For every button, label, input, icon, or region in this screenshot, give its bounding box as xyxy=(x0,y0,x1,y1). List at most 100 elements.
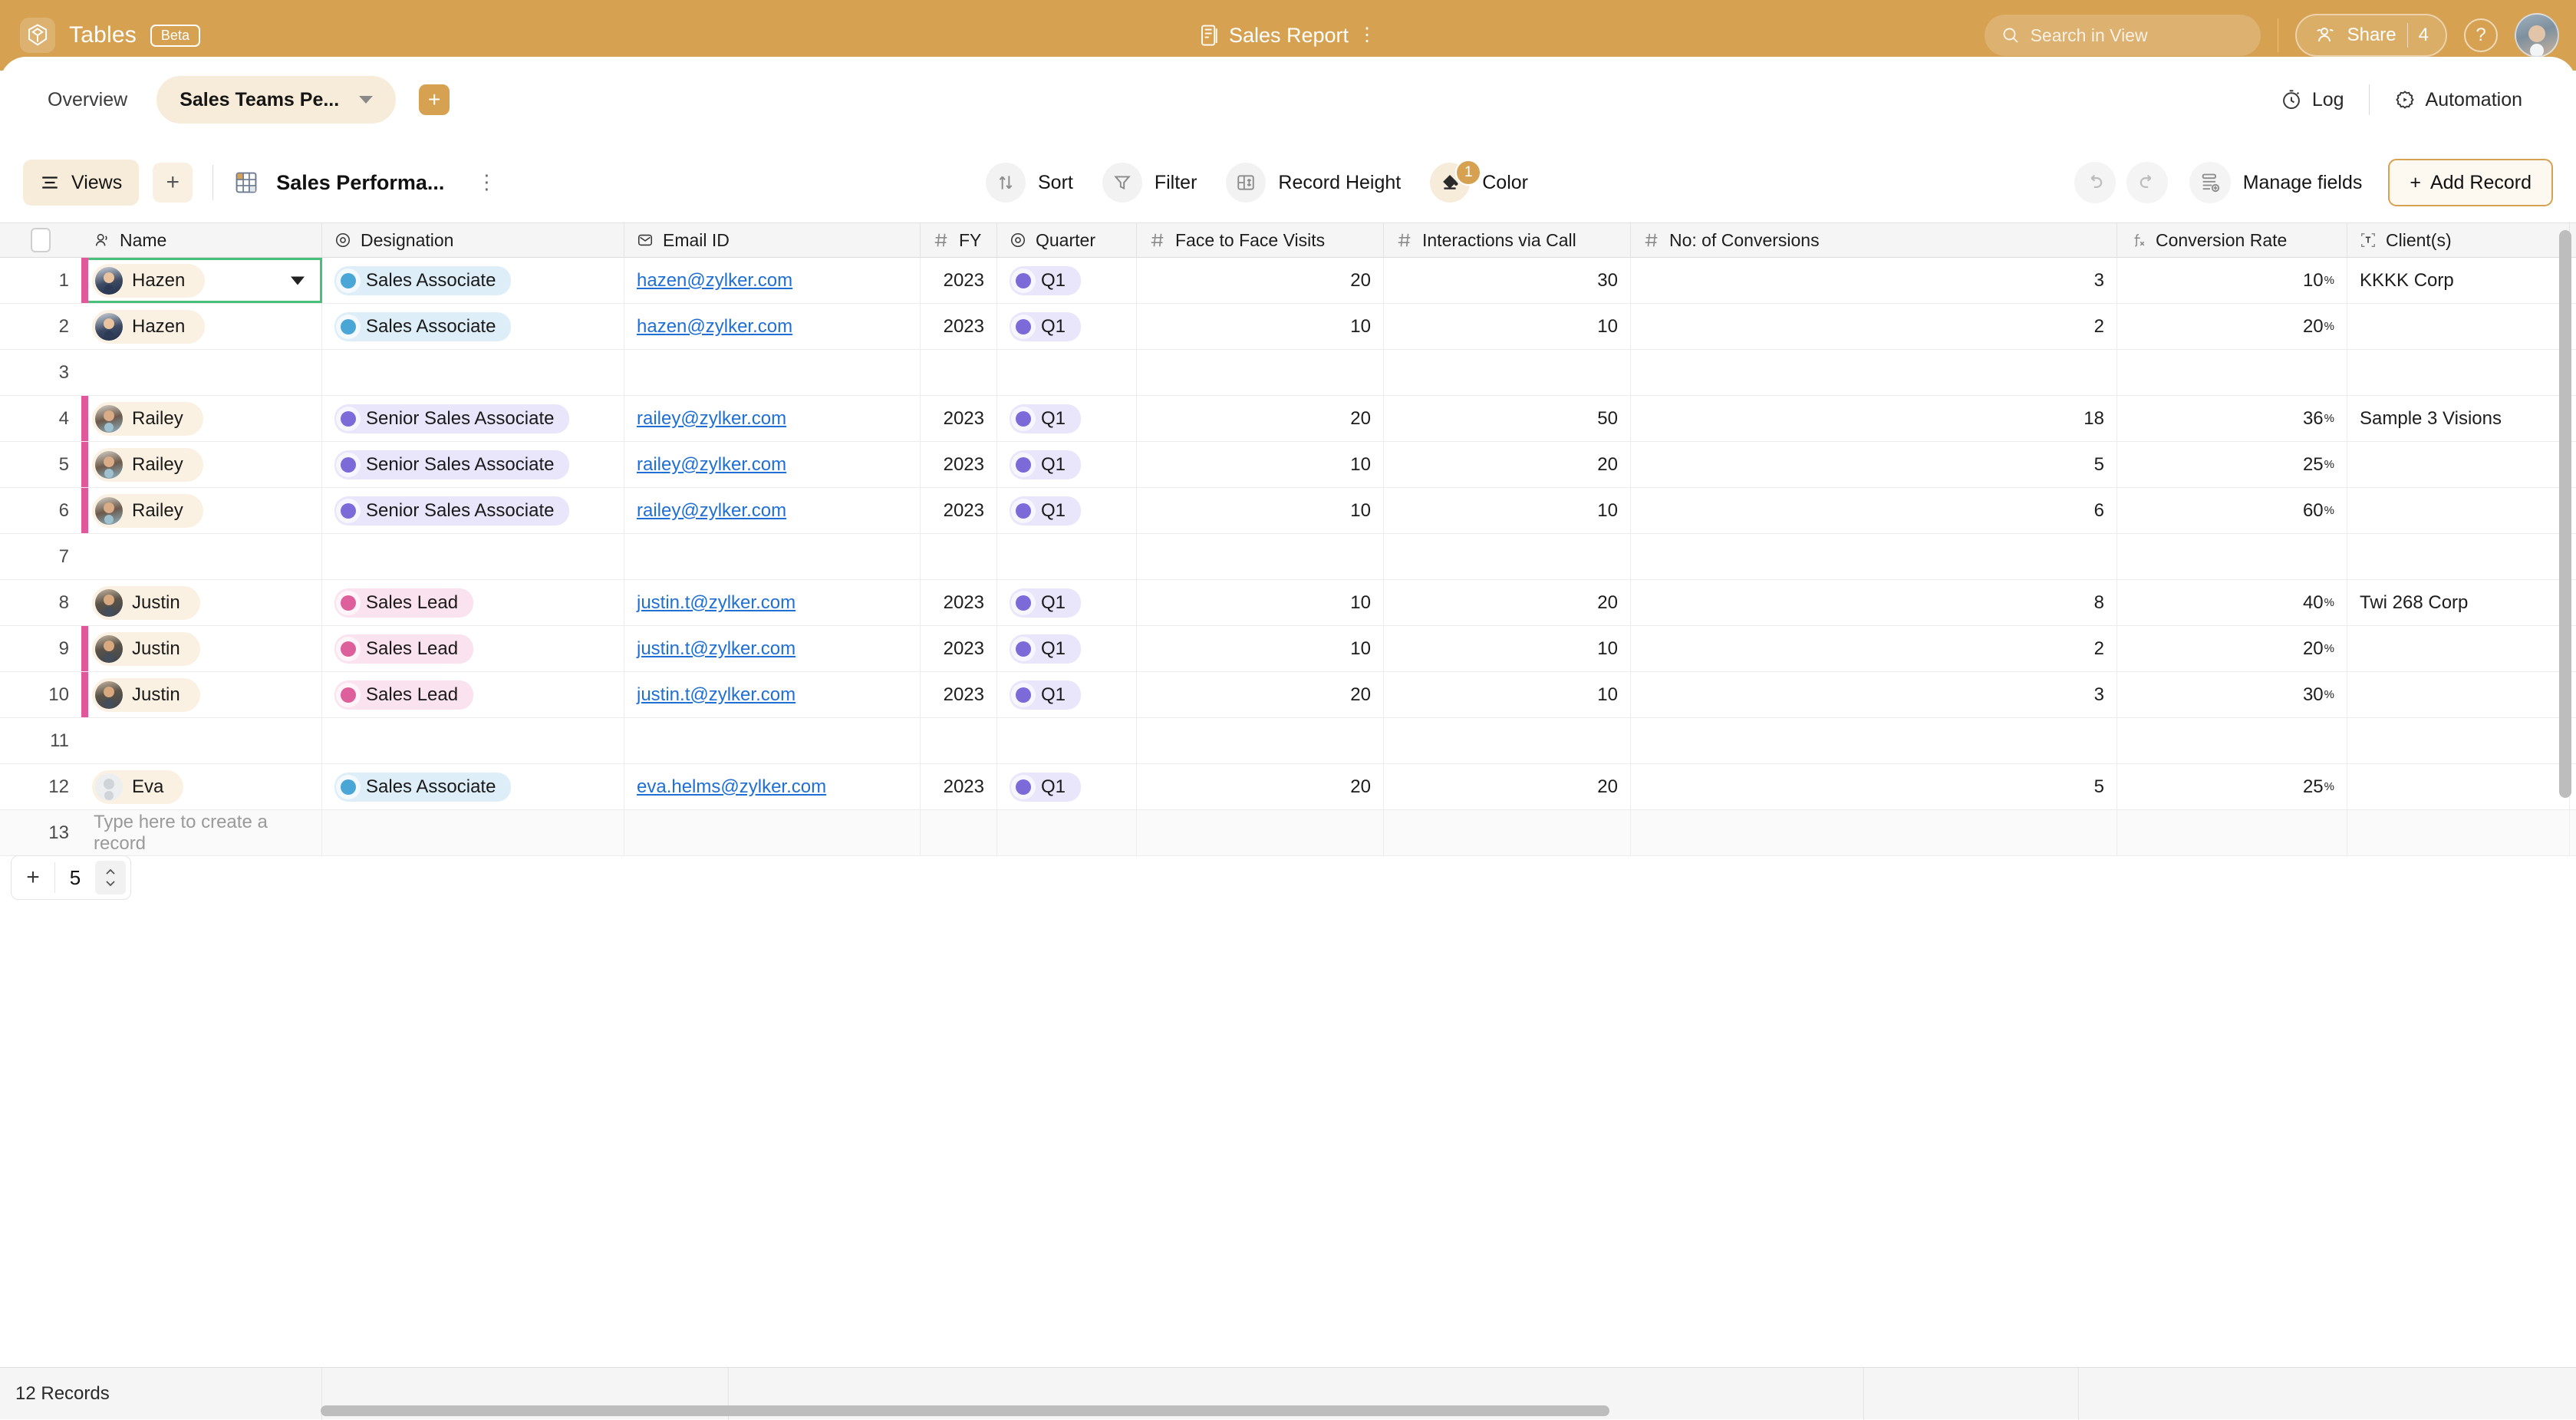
stepper-arrows-icon[interactable] xyxy=(95,861,126,895)
cell-clients[interactable] xyxy=(2347,350,2570,395)
cell-quarter[interactable] xyxy=(997,534,1137,579)
cell-designation[interactable]: Sales Associate xyxy=(322,258,624,303)
cell-no-of-conversions[interactable]: 18 xyxy=(1631,396,2117,441)
cell-face-to-face-visits[interactable]: 20 xyxy=(1137,672,1384,717)
email-link[interactable]: justin.t@zylker.com xyxy=(637,684,796,706)
column-header-fy[interactable]: FY xyxy=(921,223,997,257)
cell-designation[interactable]: Senior Sales Associate xyxy=(322,488,624,533)
cell-conversion-rate[interactable]: 20% xyxy=(2117,626,2347,671)
cell-interactions-via-call[interactable]: 30 xyxy=(1384,258,1631,303)
help-circle-icon[interactable]: ? xyxy=(2464,18,2498,52)
column-header-interactions-via-call[interactable]: Interactions via Call xyxy=(1384,223,1631,257)
cell-face-to-face-visits[interactable] xyxy=(1137,350,1384,395)
cell-no-of-conversions[interactable] xyxy=(1631,718,2117,763)
cell-name[interactable] xyxy=(81,350,322,395)
name-chip[interactable]: Railey xyxy=(92,448,203,482)
footer-cell[interactable] xyxy=(1864,1368,2079,1420)
tab-sales-teams-performance[interactable]: Sales Teams Pe... xyxy=(156,76,396,124)
cell-interactions-via-call[interactable]: 10 xyxy=(1384,304,1631,349)
column-header-designation[interactable]: Designation xyxy=(322,223,624,257)
cell-no-of-conversions[interactable] xyxy=(1631,350,2117,395)
column-header-conversion-rate[interactable]: Conversion Rate xyxy=(2117,223,2347,257)
cell-quarter[interactable]: Q1 xyxy=(997,258,1137,303)
cell-clients[interactable]: KKKK Corp xyxy=(2347,258,2570,303)
add-tab-button[interactable]: + xyxy=(419,84,450,115)
table-selector[interactable]: Sales Performa... ⋮ xyxy=(233,170,496,196)
add-record-button[interactable]: + Add Record xyxy=(2388,159,2553,206)
cell-no-of-conversions[interactable]: 6 xyxy=(1631,488,2117,533)
cell-email[interactable]: railey@zylker.com xyxy=(624,396,921,441)
cell-conversion-rate[interactable]: 25% xyxy=(2117,764,2347,809)
avatar[interactable] xyxy=(2515,13,2559,58)
cell-quarter[interactable] xyxy=(997,350,1137,395)
chevron-down-icon[interactable] xyxy=(359,96,373,104)
table-row[interactable]: 4RaileySenior Sales Associaterailey@zylk… xyxy=(0,396,2576,442)
cell-quarter[interactable]: Q1 xyxy=(997,396,1137,441)
cell-conversion-rate[interactable] xyxy=(2117,718,2347,763)
cell-no-of-conversions[interactable]: 3 xyxy=(1631,258,2117,303)
cell-email[interactable]: justin.t@zylker.com xyxy=(624,580,921,625)
log-button[interactable]: Log xyxy=(2281,89,2344,111)
cell-interactions-via-call[interactable]: 10 xyxy=(1384,672,1631,717)
name-chip[interactable]: Eva xyxy=(92,770,183,804)
cell-name[interactable] xyxy=(81,534,322,579)
cell-name[interactable]: Railey xyxy=(81,488,322,533)
cell-name[interactable]: Eva xyxy=(81,764,322,809)
table-row[interactable]: 6 Railey Senior Sales Associaterailey@zylk… xyxy=(0,488,2576,534)
cell-interactions-via-call[interactable]: 20 xyxy=(1384,764,1631,809)
cell-fy[interactable] xyxy=(921,534,997,579)
cell-conversion-rate[interactable]: 40% xyxy=(2117,580,2347,625)
cell-clients[interactable]: Twi 268 Corp xyxy=(2347,580,2570,625)
new-record-cell[interactable] xyxy=(624,810,921,855)
table-row[interactable]: 11 xyxy=(0,718,2576,764)
new-record-cell[interactable] xyxy=(2347,810,2570,855)
sort-button[interactable]: Sort xyxy=(986,163,1073,203)
undo-icon[interactable] xyxy=(2074,162,2116,203)
cell-quarter[interactable]: Q1 xyxy=(997,304,1137,349)
cell-fy[interactable]: 2023 xyxy=(921,580,997,625)
cell-no-of-conversions[interactable]: 5 xyxy=(1631,442,2117,487)
cell-clients[interactable] xyxy=(2347,488,2570,533)
cell-quarter[interactable]: Q1 xyxy=(997,672,1137,717)
cell-no-of-conversions[interactable] xyxy=(1631,534,2117,579)
cell-quarter[interactable]: Q1 xyxy=(997,488,1137,533)
email-link[interactable]: justin.t@zylker.com xyxy=(637,638,796,660)
name-chip[interactable]: Railey xyxy=(92,494,203,528)
column-header-clients[interactable]: Client(s) xyxy=(2347,223,2570,257)
new-record-cell[interactable] xyxy=(322,810,624,855)
column-header-email-id[interactable]: Email ID xyxy=(624,223,921,257)
cell-conversion-rate[interactable] xyxy=(2117,350,2347,395)
cell-email[interactable] xyxy=(624,350,921,395)
cell-email[interactable]: railey@zylker.com xyxy=(624,488,921,533)
cell-interactions-via-call[interactable]: 10 xyxy=(1384,488,1631,533)
filter-button[interactable]: Filter xyxy=(1102,163,1197,203)
cell-conversion-rate[interactable]: 36% xyxy=(2117,396,2347,441)
cell-interactions-via-call[interactable]: 50 xyxy=(1384,396,1631,441)
cell-email[interactable]: justin.t@zylker.com xyxy=(624,626,921,671)
cell-clients[interactable]: Sample 3 Visions xyxy=(2347,396,2570,441)
cell-clients[interactable] xyxy=(2347,764,2570,809)
table-row[interactable]: 5RaileySenior Sales Associaterailey@zylk… xyxy=(0,442,2576,488)
cell-clients[interactable] xyxy=(2347,626,2570,671)
horizontal-scrollbar[interactable] xyxy=(321,1405,1609,1416)
cell-name[interactable]: Railey xyxy=(81,442,322,487)
cell-interactions-via-call[interactable] xyxy=(1384,350,1631,395)
more-vertical-icon[interactable]: ⋮ xyxy=(476,175,496,190)
cell-quarter[interactable]: Q1 xyxy=(997,626,1137,671)
cell-email[interactable] xyxy=(624,718,921,763)
table-row[interactable]: 10JustinSales Leadjustin.t@zylker.com202… xyxy=(0,672,2576,718)
cell-interactions-via-call[interactable]: 20 xyxy=(1384,580,1631,625)
name-chip[interactable]: Justin xyxy=(92,678,200,712)
cell-face-to-face-visits[interactable]: 10 xyxy=(1137,442,1384,487)
cell-fy[interactable]: 2023 xyxy=(921,442,997,487)
name-chip[interactable]: Railey xyxy=(92,402,203,436)
cell-email[interactable]: justin.t@zylker.com xyxy=(624,672,921,717)
cell-interactions-via-call[interactable]: 20 xyxy=(1384,442,1631,487)
cell-face-to-face-visits[interactable]: 20 xyxy=(1137,396,1384,441)
email-link[interactable]: eva.helms@zylker.com xyxy=(637,776,826,798)
cell-quarter[interactable] xyxy=(997,718,1137,763)
cell-designation[interactable]: Senior Sales Associate xyxy=(322,442,624,487)
new-record-cell[interactable] xyxy=(921,810,997,855)
add-rows-stepper[interactable]: + 5 xyxy=(11,855,131,900)
cell-face-to-face-visits[interactable] xyxy=(1137,534,1384,579)
